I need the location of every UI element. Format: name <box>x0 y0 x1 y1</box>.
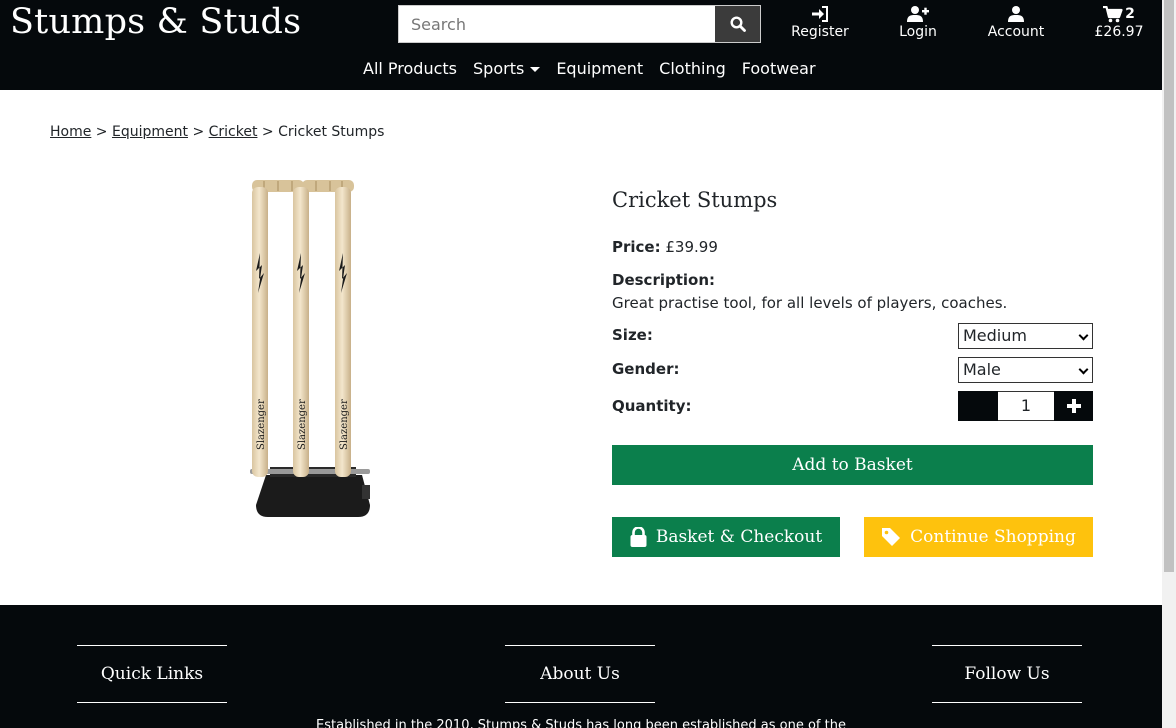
search-bar <box>398 5 761 43</box>
breadcrumb-equipment[interactable]: Equipment <box>112 124 188 140</box>
footer-quick-links-heading: Quick Links <box>77 645 227 703</box>
search-button[interactable] <box>715 6 760 42</box>
quantity-label: Quantity: <box>612 397 692 415</box>
gender-label: Gender: <box>612 360 680 378</box>
tag-icon <box>882 528 901 546</box>
stump-brand-text: Slazenger <box>297 399 308 450</box>
quantity-stepper: 1 <box>958 391 1093 421</box>
size-select[interactable]: Medium <box>958 323 1093 349</box>
brand-logo[interactable]: Stumps & Studs <box>10 2 301 42</box>
plus-icon <box>1066 399 1081 413</box>
size-row: Size: Medium <box>612 323 1093 349</box>
nav-sports-label: Sports <box>473 59 525 78</box>
nav-footwear[interactable]: Footwear <box>742 59 816 78</box>
user-icon <box>1008 6 1024 22</box>
product-description: Great practise tool, for all levels of p… <box>612 294 1008 312</box>
login-link[interactable]: Login <box>888 4 948 40</box>
user-plus-icon <box>907 6 929 22</box>
main-nav: All Products Sports Equipment Clothing F… <box>363 59 832 78</box>
basket-checkout-button[interactable]: Basket & Checkout <box>612 517 840 557</box>
nav-all-products[interactable]: All Products <box>363 59 457 78</box>
size-label: Size: <box>612 326 653 344</box>
checkout-label: Basket & Checkout <box>655 527 823 547</box>
sign-in-icon <box>812 6 828 22</box>
stump-brand-text: Slazenger <box>339 399 350 450</box>
search-icon <box>729 16 746 32</box>
login-label: Login <box>899 24 937 40</box>
basket-link[interactable]: 2 £26.97 <box>1090 4 1148 40</box>
gender-select[interactable]: Male <box>958 357 1093 383</box>
quantity-input[interactable]: 1 <box>998 391 1054 421</box>
chevron-down-icon <box>1078 330 1089 341</box>
continue-shopping-button[interactable]: Continue Shopping <box>864 517 1093 557</box>
quantity-decrease-button[interactable] <box>958 391 998 421</box>
description-label: Description: <box>612 271 716 289</box>
stump-brand-text: Slazenger <box>256 399 267 450</box>
site-header: Stumps & Studs Register Login <box>0 0 1162 90</box>
caret-down-icon <box>530 67 541 72</box>
chevron-down-icon <box>1078 364 1089 375</box>
nav-clothing[interactable]: Clothing <box>659 59 726 78</box>
footer-follow-us-heading: Follow Us <box>932 645 1082 703</box>
basket-total: £26.97 <box>1094 24 1144 40</box>
account-link[interactable]: Account <box>986 4 1046 40</box>
search-input[interactable] <box>399 6 716 42</box>
breadcrumb: Home > Equipment > Cricket > Cricket Stu… <box>50 124 384 140</box>
price-value: £39.99 <box>665 238 718 256</box>
register-link[interactable]: Register <box>790 4 850 40</box>
breadcrumb-home[interactable]: Home <box>50 124 91 140</box>
nav-equipment[interactable]: Equipment <box>556 59 643 78</box>
footer-about-us-heading: About Us <box>505 645 655 703</box>
gender-row: Gender: Male <box>612 357 1093 383</box>
quantity-row: Quantity: 1 <box>612 391 1093 421</box>
product-price: Price: £39.99 <box>612 238 718 256</box>
footer-about-text: Established in the 2010, Stumps & Studs … <box>316 718 846 728</box>
scrollbar-thumb[interactable] <box>1164 0 1174 572</box>
register-label: Register <box>791 24 849 40</box>
site-footer: Quick Links About Us Follow Us Establish… <box>0 605 1162 728</box>
quantity-increase-button[interactable] <box>1054 391 1093 421</box>
product-title: Cricket Stumps <box>612 188 778 212</box>
basket-count: 2 <box>1125 6 1135 22</box>
breadcrumb-separator: > <box>192 124 205 140</box>
account-label: Account <box>987 24 1045 40</box>
breadcrumb-separator: > <box>95 124 108 140</box>
breadcrumb-separator: > <box>261 124 274 140</box>
price-label: Price: <box>612 238 661 256</box>
gender-selected-value: Male <box>963 360 1001 379</box>
product-image: Slazenger Slazenger Slazenger <box>250 180 370 517</box>
product-details: Cricket Stumps Price: £39.99 Description… <box>612 188 1093 421</box>
page-scrollbar[interactable] <box>1162 0 1176 728</box>
size-selected-value: Medium <box>963 326 1027 345</box>
breadcrumb-current: Cricket Stumps <box>278 124 385 140</box>
lock-icon <box>630 527 647 547</box>
shopping-cart-icon <box>1103 5 1123 22</box>
breadcrumb-cricket[interactable]: Cricket <box>209 124 258 140</box>
continue-label: Continue Shopping <box>910 527 1076 547</box>
add-to-basket-button[interactable]: Add to Basket <box>612 445 1093 485</box>
nav-sports[interactable]: Sports <box>473 59 541 78</box>
